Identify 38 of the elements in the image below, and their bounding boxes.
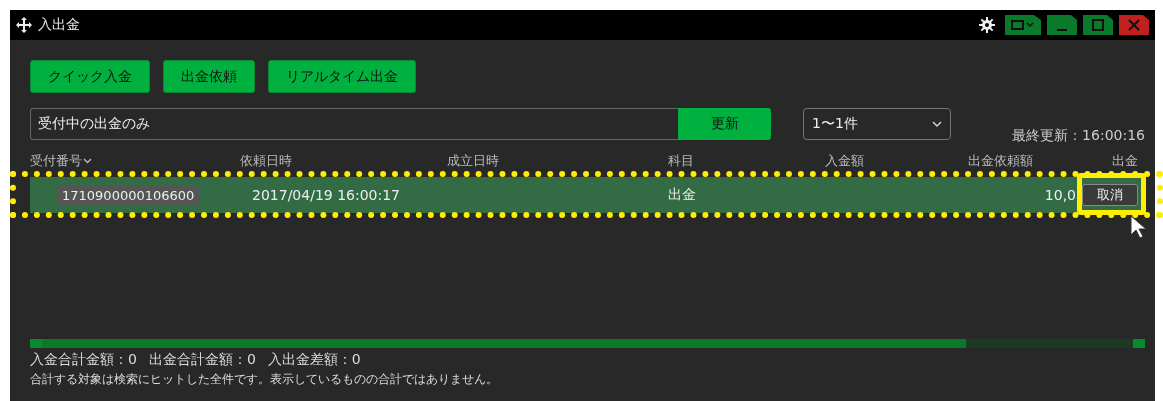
- window-title: 入出金: [38, 16, 81, 34]
- minimize-icon: [1057, 28, 1067, 31]
- action-button[interactable]: クイック入金: [30, 60, 150, 93]
- close-button[interactable]: [1119, 15, 1149, 35]
- table-cell-text: 出金: [668, 186, 697, 204]
- window-chevron-icon: [1010, 19, 1036, 31]
- column-header[interactable]: 科目: [668, 152, 694, 170]
- column-header[interactable]: 成立日時: [447, 152, 499, 170]
- last-updated-text: 最終更新：16:00:16: [1012, 127, 1145, 145]
- filter-field[interactable]: 受付中の出金のみ: [30, 108, 678, 140]
- total-text: 入金合計金額：0: [30, 351, 137, 369]
- column-header[interactable]: 出金: [1112, 152, 1138, 170]
- column-header[interactable]: 入金額: [825, 152, 864, 170]
- cursor-icon: [1130, 215, 1146, 239]
- note-text: 合計する対象は検索にヒットした全件です。表示しているものの合計ではありません。: [30, 371, 498, 388]
- move-icon[interactable]: [16, 17, 32, 33]
- column-header[interactable]: 出金依頼額: [968, 152, 1033, 170]
- receipt-number: 1710900000106600: [57, 186, 200, 205]
- maximize-icon: [1091, 19, 1105, 31]
- layout-button[interactable]: [1005, 15, 1041, 35]
- close-icon: [1127, 19, 1141, 31]
- table-cell-text: 2017/04/19 16:00:17: [251, 187, 402, 203]
- table-cell-text: 10,0: [1043, 187, 1076, 203]
- horizontal-scrollbar[interactable]: [30, 339, 1145, 348]
- action-button[interactable]: リアルタイム出金: [268, 60, 416, 93]
- column-header[interactable]: 受付番号: [30, 152, 92, 170]
- sort-chevron-icon: [83, 158, 92, 164]
- action-button[interactable]: 出金依頼: [163, 60, 255, 93]
- maximize-button[interactable]: [1083, 15, 1113, 35]
- total-text: 入出金差額：0: [267, 351, 361, 369]
- chevron-down-icon: [932, 121, 942, 127]
- range-dropdown[interactable]: 1〜1件: [803, 108, 951, 140]
- column-header[interactable]: 依頼日時: [240, 152, 292, 170]
- settings-icon[interactable]: [979, 17, 995, 33]
- refresh-button[interactable]: 更新: [678, 108, 771, 140]
- minimize-button[interactable]: [1047, 15, 1077, 35]
- total-text: 出金合計金額：0: [148, 351, 256, 369]
- cancel-button[interactable]: 取消: [1082, 184, 1138, 206]
